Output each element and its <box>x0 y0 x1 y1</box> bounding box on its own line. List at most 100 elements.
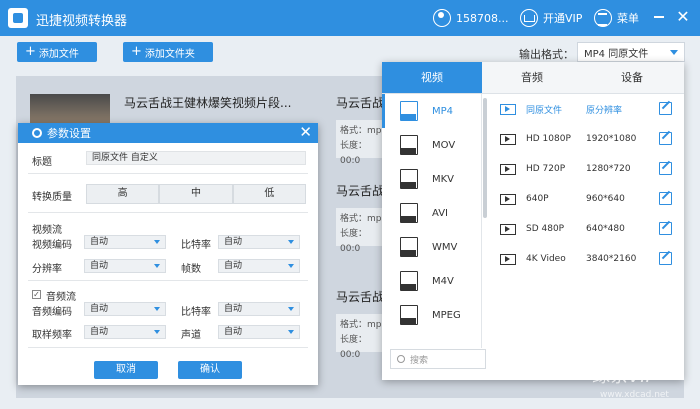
format-item-mp4[interactable]: MP4 <box>382 94 481 128</box>
edit-icon[interactable] <box>659 222 672 235</box>
format-info: 格式：mp <box>340 320 382 330</box>
format-tabs: 视频 音频 设备 <box>382 62 684 94</box>
preset-item[interactable]: HD 720P 1280*720 <box>490 154 684 184</box>
resolution-select[interactable]: 自动 <box>84 259 166 273</box>
add-file-button[interactable]: + 添加文件 <box>17 42 97 62</box>
preset-item[interactable]: SD 480P 640*480 <box>490 214 684 244</box>
minimize-icon[interactable] <box>654 16 664 18</box>
length-info: 长度：00:0 <box>340 141 368 166</box>
edit-icon[interactable] <box>659 102 672 115</box>
edit-icon[interactable] <box>659 252 672 265</box>
menu-button[interactable]: 菜单 <box>594 8 639 28</box>
search-placeholder: 搜索 <box>410 355 429 366</box>
format-scrollbar[interactable] <box>483 98 487 218</box>
target-name: 马云舌战 <box>336 290 385 304</box>
preset-name: HD 720P <box>526 164 566 174</box>
plus-icon: + <box>131 44 142 59</box>
user-id: 158708... <box>456 11 509 25</box>
preset-item[interactable]: HD 1080P 1920*1080 <box>490 124 684 154</box>
video-play-icon <box>500 193 516 205</box>
add-folder-label: 添加文件夹 <box>144 48 195 60</box>
video-play-icon <box>500 253 516 265</box>
quality-selector: 高 中 低 <box>86 184 306 204</box>
quality-high[interactable]: 高 <box>86 184 160 204</box>
user-account-button[interactable]: 158708... <box>433 8 508 28</box>
format-item-avi[interactable]: AVI <box>382 196 481 230</box>
vip-button[interactable]: 开通VIP <box>520 8 582 28</box>
output-format-select[interactable]: MP4 同原文件 <box>577 42 685 62</box>
sample-rate-label: 取样频率 <box>32 330 72 341</box>
edit-icon[interactable] <box>659 192 672 205</box>
video-file-icon <box>400 169 418 189</box>
menu-icon <box>594 9 612 27</box>
tab-audio[interactable]: 音频 <box>482 62 582 93</box>
title-bar: 迅捷视频转换器 158708... 开通VIP 菜单 ✕ <box>0 0 700 36</box>
quality-low[interactable]: 低 <box>232 184 306 204</box>
fps-label: 帧数 <box>181 264 201 275</box>
video-play-icon <box>500 103 516 115</box>
confirm-button[interactable]: 确认 <box>178 361 242 379</box>
chevron-down-icon <box>670 50 678 55</box>
cancel-button[interactable]: 取消 <box>94 361 158 379</box>
search-icon <box>397 355 405 363</box>
audio-codec-select[interactable]: 自动 <box>84 302 166 316</box>
gear-icon <box>32 128 42 138</box>
bitrate-select[interactable]: 自动 <box>218 235 300 249</box>
edit-icon[interactable] <box>659 162 672 175</box>
audio-stream-checkbox[interactable]: ✓ <box>32 290 41 299</box>
video-file-icon <box>400 305 418 325</box>
preset-item[interactable]: 640P 960*640 <box>490 184 684 214</box>
format-item-mkv[interactable]: MKV <box>382 162 481 196</box>
dialog-close-icon[interactable]: ✕ <box>299 125 312 140</box>
cart-icon <box>520 9 538 27</box>
preset-item[interactable]: 4K Video 3840*2160 <box>490 244 684 274</box>
divider <box>28 280 308 281</box>
channel-select[interactable]: 自动 <box>218 325 300 339</box>
format-item-mov[interactable]: MOV <box>382 128 481 162</box>
format-label: MP4 <box>432 105 454 117</box>
format-label: MKV <box>432 173 455 185</box>
format-item-m4v[interactable]: M4V <box>382 264 481 298</box>
close-icon[interactable]: ✕ <box>675 9 691 25</box>
video-file-icon <box>400 271 418 291</box>
format-item-mpeg[interactable]: MPEG <box>382 298 481 332</box>
video-codec-label: 视频编码 <box>32 240 72 251</box>
video-file-icon <box>400 135 418 155</box>
format-label: MPEG <box>432 309 461 321</box>
edit-icon[interactable] <box>659 132 672 145</box>
bitrate-label: 比特率 <box>181 240 211 251</box>
sample-rate-select[interactable]: 自动 <box>84 325 166 339</box>
format-panel: 视频 音频 设备 MP4 MOV MKV AVI WMV M4V MPEG 同原… <box>382 62 684 380</box>
title-label: 标题 <box>32 157 52 168</box>
tab-device[interactable]: 设备 <box>582 62 682 93</box>
preset-name: 4K Video <box>526 254 566 264</box>
watermark: 绿茶VIP <box>592 366 657 387</box>
app-logo-icon <box>8 8 28 28</box>
preset-list: 同原文件 原分辨率 HD 1080P 1920*1080 HD 720P 128… <box>490 94 684 274</box>
preset-item[interactable]: 同原文件 原分辨率 <box>490 94 684 124</box>
format-item-wmv[interactable]: WMV <box>382 230 481 264</box>
audio-stream-label: 音频流 <box>46 292 76 303</box>
preset-name: 640P <box>526 194 549 204</box>
audio-codec-label: 音频编码 <box>32 307 72 318</box>
quality-medium[interactable]: 中 <box>159 184 233 204</box>
target-name: 马云舌战 <box>336 184 385 198</box>
file-info: 格式：mp 长度：00:0 <box>336 120 386 166</box>
audio-bitrate-select[interactable]: 自动 <box>218 302 300 316</box>
file-info: 格式：mp 长度：00:0 <box>336 314 386 360</box>
fps-select[interactable]: 自动 <box>218 259 300 273</box>
add-folder-button[interactable]: + 添加文件夹 <box>123 42 213 62</box>
video-file-icon <box>400 101 418 121</box>
format-search-input[interactable]: 搜索 <box>390 349 486 369</box>
video-file-icon <box>400 237 418 257</box>
tab-video[interactable]: 视频 <box>382 62 482 93</box>
vip-label: 开通VIP <box>543 12 583 25</box>
output-format-value: MP4 同原文件 <box>584 48 649 60</box>
preset-resolution: 原分辨率 <box>586 105 623 116</box>
video-stream-label: 视频流 <box>32 225 62 236</box>
preset-resolution: 3840*2160 <box>586 254 637 264</box>
video-codec-select[interactable]: 自动 <box>84 235 166 249</box>
file-info: 格式：mp 长度：00:0 <box>336 208 386 254</box>
title-field[interactable]: 同原文件 自定义 <box>86 151 306 165</box>
format-label: MOV <box>432 139 456 151</box>
